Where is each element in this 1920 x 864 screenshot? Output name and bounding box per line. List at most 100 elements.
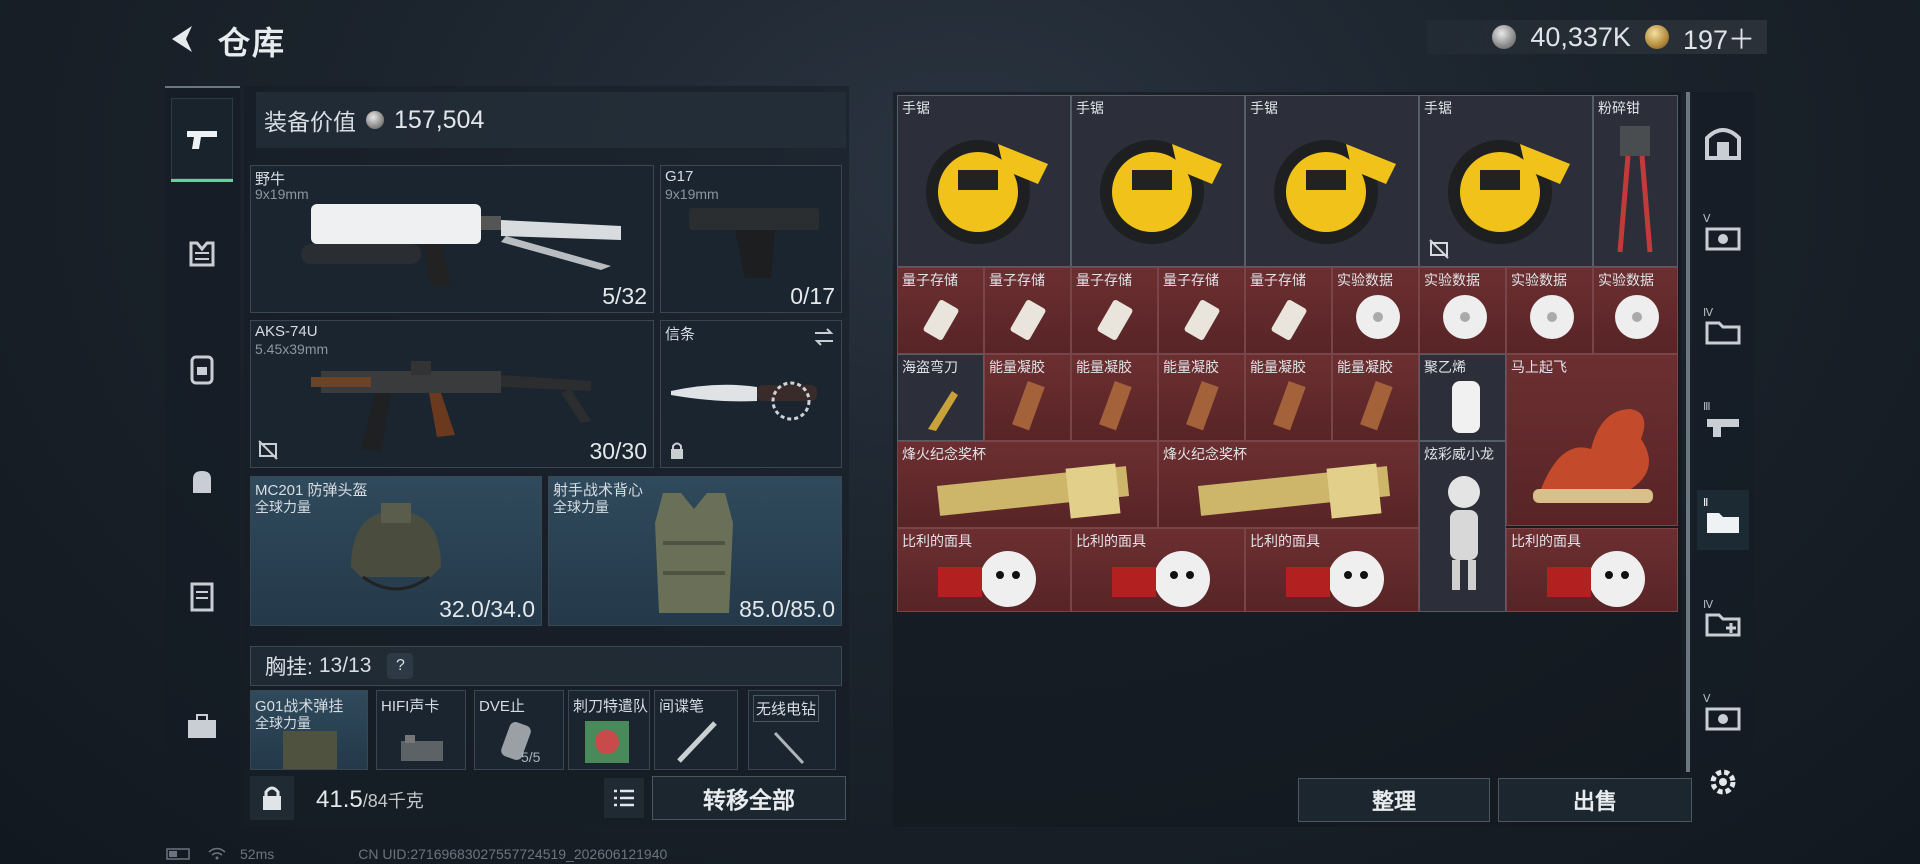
chest-item-slot[interactable]: DVE止 5/5 bbox=[474, 690, 564, 770]
stash-tab-add[interactable]: Ⅳ bbox=[1697, 592, 1749, 652]
page-title: 仓库 bbox=[218, 25, 287, 61]
list-view-button[interactable] bbox=[604, 778, 644, 818]
gel-pack-icon bbox=[1012, 381, 1045, 431]
stash-item[interactable]: 烽火纪念奖杯 bbox=[1158, 441, 1419, 528]
chest-item-slot[interactable]: HIFI声卡 bbox=[376, 690, 466, 770]
puppet-mask-icon bbox=[938, 551, 1036, 607]
stash-item[interactable]: 比利的面具 bbox=[1506, 528, 1678, 612]
rail-chest-rig[interactable] bbox=[171, 212, 233, 296]
chest-item-slot[interactable]: 刺刀特遣队 bbox=[568, 690, 650, 770]
stash-item[interactable]: 能量凝胶 bbox=[1071, 354, 1158, 441]
stash-item[interactable]: 量子存储 bbox=[1245, 267, 1332, 354]
chest-item-slot[interactable]: 间谍笔 bbox=[654, 690, 738, 770]
disc-icon bbox=[1443, 295, 1487, 339]
stash-item[interactable]: 比利的面具 bbox=[1071, 528, 1245, 612]
swap-icon[interactable] bbox=[813, 327, 835, 347]
stash-item[interactable]: 实验数据 bbox=[1332, 267, 1419, 354]
trophy-icon bbox=[1197, 463, 1391, 519]
item-name: 量子存储 bbox=[989, 272, 1045, 288]
chest-item-slot[interactable]: G01战术弹挂 全球力量 bbox=[250, 690, 368, 770]
rail-bag[interactable] bbox=[171, 440, 233, 524]
stash-tab-3[interactable]: Ⅲ bbox=[1697, 394, 1749, 454]
rail-backpack[interactable] bbox=[171, 326, 233, 410]
help-button[interactable]: ? bbox=[387, 653, 414, 679]
stash-item[interactable]: 实验数据 bbox=[1506, 267, 1593, 354]
armor-slot[interactable]: 射手战术背心 全球力量 85.0/85.0 bbox=[548, 476, 842, 626]
glock-pistol-icon bbox=[689, 208, 819, 278]
chest-item-slot[interactable]: 无线电钻 bbox=[748, 690, 836, 770]
lock-button[interactable] bbox=[250, 776, 294, 820]
item-name: 能量凝胶 bbox=[1076, 359, 1132, 375]
item-name: 实验数据 bbox=[1598, 272, 1654, 288]
stash-item[interactable]: 手锯 bbox=[1419, 95, 1593, 267]
stash-tab-5[interactable]: Ⅴ bbox=[1697, 206, 1749, 266]
stash-item[interactable]: 手锯 bbox=[897, 95, 1071, 267]
chest-rig-label: 胸挂: bbox=[265, 656, 313, 679]
roll-icon bbox=[1452, 381, 1480, 433]
knife-icon bbox=[671, 381, 817, 421]
stash-item[interactable]: 量子存储 bbox=[1158, 267, 1245, 354]
usb-drive-icon bbox=[1010, 300, 1046, 340]
stash-item[interactable]: 海盗弯刀 bbox=[897, 354, 984, 441]
stash-tab-safe[interactable] bbox=[1697, 112, 1749, 172]
user-uid: CN UID:2716968302755772451​9_20260612194… bbox=[358, 846, 668, 862]
stash-tab-4[interactable]: Ⅳ bbox=[1697, 300, 1749, 360]
stash-item[interactable]: 能量凝胶 bbox=[1332, 354, 1419, 441]
back-button[interactable] bbox=[160, 16, 206, 62]
usb-drive-icon bbox=[1097, 300, 1133, 340]
stash-item[interactable]: 实验数据 bbox=[1419, 267, 1506, 354]
settings-button[interactable] bbox=[1697, 752, 1749, 812]
gold-balance[interactable]: 197＋ bbox=[1683, 18, 1755, 57]
usb-drive-icon bbox=[923, 300, 959, 340]
stash-item[interactable]: 能量凝胶 bbox=[1245, 354, 1332, 441]
stash-item[interactable]: 比利的面具 bbox=[897, 528, 1071, 612]
stash-item[interactable]: 量子存储 bbox=[897, 267, 984, 354]
primary-weapon-slot[interactable]: 野牛 9x19mm 5/32 bbox=[250, 165, 654, 313]
lock-icon bbox=[671, 442, 683, 459]
pipe-wrench-icon bbox=[1617, 126, 1653, 253]
rail-weapons[interactable] bbox=[171, 98, 233, 182]
helmet-slot[interactable]: MC201 防弹头盔 全球力量 32.0/34.0 bbox=[250, 476, 542, 626]
chest-rig-count: 13/13 bbox=[318, 654, 372, 677]
active-folder-tab-icon bbox=[1707, 513, 1739, 533]
item-name: 聚乙烯 bbox=[1424, 359, 1466, 375]
sort-button[interactable]: 整理 bbox=[1298, 778, 1490, 822]
stash-item[interactable]: 能量凝胶 bbox=[1158, 354, 1245, 441]
transfer-all-button[interactable]: 转移全部 bbox=[652, 776, 846, 820]
ammo-count: 0/17 bbox=[790, 283, 835, 309]
stash-item[interactable]: 烽火纪念奖杯 bbox=[897, 441, 1158, 528]
gel-pack-icon bbox=[1273, 381, 1306, 431]
stash-item[interactable]: 实验数据 bbox=[1593, 267, 1678, 354]
stash-item[interactable]: 手锯 bbox=[1245, 95, 1419, 267]
stash-item[interactable]: 比利的面具 bbox=[1245, 528, 1419, 612]
silver-coin-icon bbox=[1492, 25, 1517, 49]
rail-case[interactable] bbox=[171, 554, 233, 638]
item-name: 实验数据 bbox=[1424, 272, 1480, 288]
stash-item[interactable]: 粉碎钳 bbox=[1593, 95, 1678, 267]
stash-scrollbar[interactable] bbox=[1686, 92, 1690, 772]
stash-item[interactable]: 手锯 bbox=[1071, 95, 1245, 267]
list-icon bbox=[614, 789, 634, 807]
stash-item[interactable]: 量子存储 bbox=[1071, 267, 1158, 354]
sell-button[interactable]: 出售 bbox=[1498, 778, 1692, 822]
badge-icon bbox=[585, 721, 629, 763]
melee-slot[interactable]: 信条 bbox=[660, 320, 842, 468]
equipment-value: 装备价值 157,504 bbox=[256, 92, 846, 148]
stash-tab-locked[interactable]: Ⅴ bbox=[1697, 686, 1749, 746]
stash-tab-2[interactable]: Ⅱ bbox=[1697, 490, 1749, 550]
secondary-weapon-slot[interactable]: AKS-74U 5.45x39mm 30/30 bbox=[250, 320, 654, 468]
stash-item[interactable]: 马上起飞 bbox=[1506, 354, 1678, 526]
stash-item[interactable]: 炫彩威小龙 bbox=[1419, 441, 1506, 612]
stash-item[interactable]: 聚乙烯 bbox=[1419, 354, 1506, 441]
toolbox-icon bbox=[188, 714, 216, 738]
stash-item[interactable]: 量子存储 bbox=[984, 267, 1071, 354]
rail-toolbox[interactable] bbox=[171, 684, 233, 768]
pistol-slot[interactable]: G17 9x19mm 0/17 bbox=[660, 165, 842, 313]
equipment-value-amount: 157,504 bbox=[394, 105, 485, 134]
gear-icon bbox=[1710, 769, 1736, 795]
gel-pack-icon bbox=[1186, 381, 1219, 431]
tab-level: Ⅳ bbox=[1703, 307, 1714, 319]
stash-item[interactable]: 能量凝胶 bbox=[984, 354, 1071, 441]
gold-coin-icon bbox=[1644, 25, 1669, 49]
bag-icon bbox=[193, 471, 211, 493]
